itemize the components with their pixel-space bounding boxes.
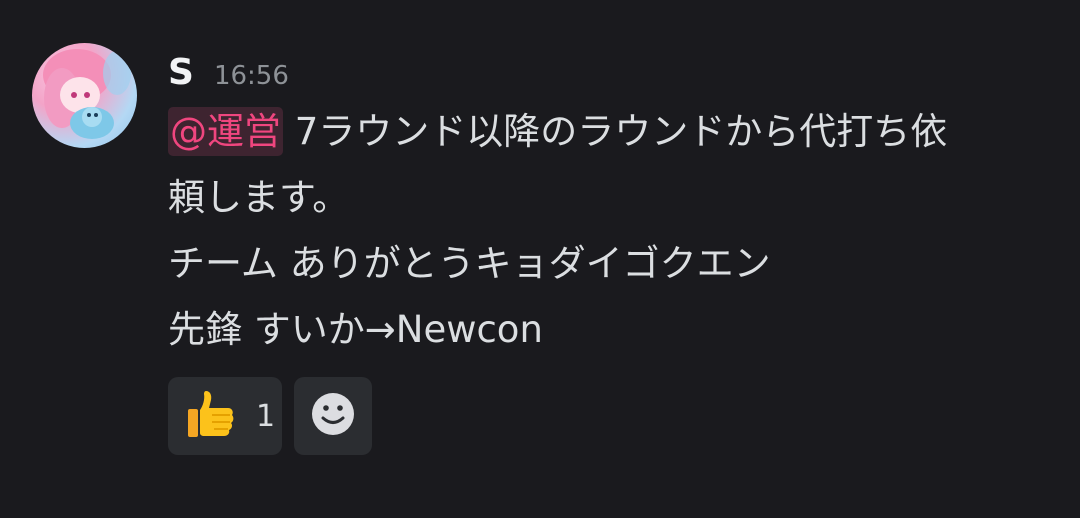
message-header: S 16:56 <box>168 50 289 96</box>
reaction-bar: 1 <box>168 377 372 455</box>
chat-message: S 16:56 @運営 7ラウンド以降のラウンドから代打ち依 頼します。 チーム… <box>0 0 1080 518</box>
message-line: @運営 7ラウンド以降のラウンドから代打ち依 <box>168 99 1058 165</box>
message-line: 頼します。 <box>168 176 350 219</box>
message-content: @運営 7ラウンド以降のラウンドから代打ち依 頼します。 チーム ありがとうキョ… <box>168 99 1058 363</box>
author-name[interactable]: S <box>168 50 194 96</box>
timestamp: 16:56 <box>213 61 289 91</box>
message-line: 先鋒 すいか→Newcon <box>168 308 543 351</box>
thumbs-up-reaction[interactable]: 1 <box>168 377 282 455</box>
add-reaction-button[interactable] <box>294 377 372 455</box>
thumbs-up-icon <box>184 387 238 445</box>
add-reaction-smiley-icon <box>310 391 356 441</box>
role-mention[interactable]: @運営 <box>168 107 283 156</box>
reaction-count: 1 <box>256 398 276 434</box>
message-line: チーム ありがとうキョダイゴクエン <box>168 242 771 285</box>
message-text: 7ラウンド以降のラウンドから代打ち依 <box>294 110 948 153</box>
avatar[interactable] <box>32 43 137 148</box>
